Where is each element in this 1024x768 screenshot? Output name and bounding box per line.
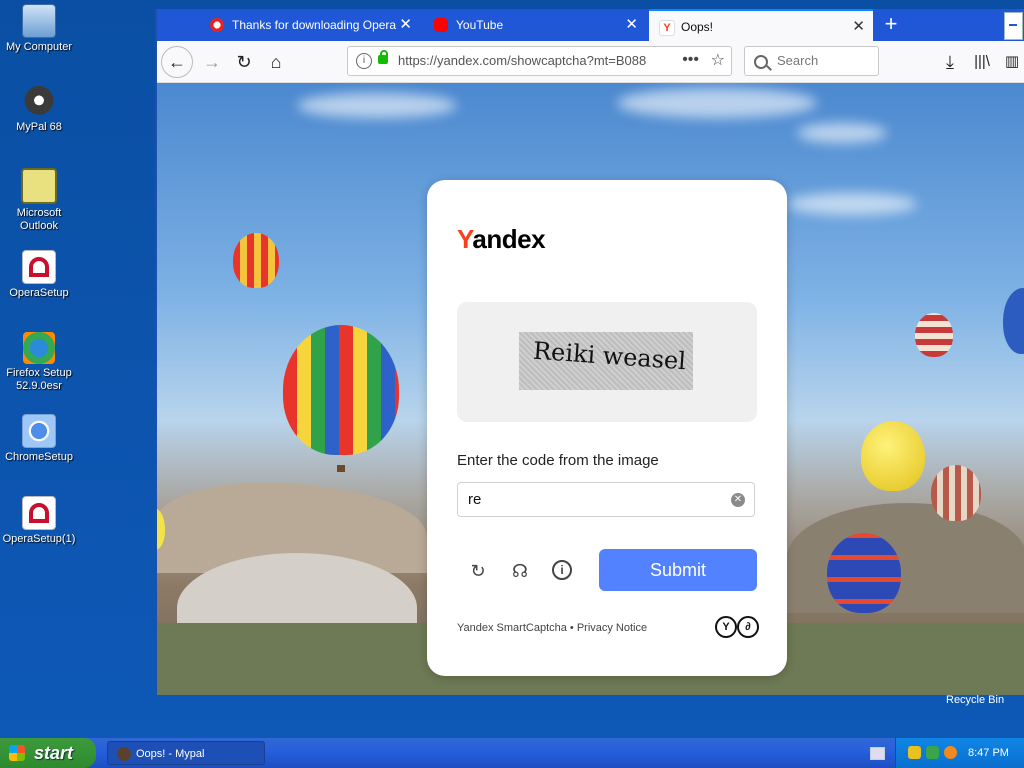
page-actions-icon[interactable]: ••• [682,47,699,73]
mypal-raccoon-icon [117,747,131,761]
shortcut-label: OperaSetup [9,287,69,299]
captcha-code-input[interactable] [457,482,755,517]
close-tab-icon[interactable]: ✕ [625,9,638,41]
keyboard-icon[interactable] [870,747,885,760]
close-tab-icon[interactable]: ✕ [399,9,412,41]
tab-oops[interactable]: Y Oops! ✕ [649,9,873,41]
opera-setup-1-shortcut[interactable]: OperaSetup(1) [0,496,78,546]
shortcut-label: Microsoft Outlook [16,207,62,232]
outlook-shortcut[interactable]: Microsoft Outlook [0,168,78,233]
search-tray-icon[interactable] [944,746,957,759]
close-tab-icon[interactable]: ✕ [852,11,865,41]
clear-input-icon[interactable]: ✕ [731,493,745,507]
hot-air-balloon [861,421,925,491]
firefox-icon [23,332,55,364]
raccoon-icon [23,86,55,118]
captcha-card: Yandex Reiki weasel Enter the code from … [427,180,787,676]
cloud [617,88,817,118]
smartcaptcha-footer[interactable]: Yandex SmartCaptcha • Privacy Notice [457,622,647,634]
url-text[interactable]: https://yandex.com/showcaptcha?mt=B088 [398,47,648,75]
mypal-shortcut[interactable]: MyPal 68 [0,86,78,134]
opera-icon [22,496,56,530]
captcha-circle-icon: ∂ [737,616,759,638]
taskbar-window-mypal[interactable]: Oops! - Mypal [107,741,265,765]
new-tab-button[interactable]: + [877,9,905,41]
captcha-text: Reiki weasel [532,336,687,376]
taskbar: start Oops! - Mypal 8:47 PM [0,738,1024,768]
search-placeholder: Search [777,53,819,68]
yandex-logo: Yandex [457,224,546,254]
yandex-circle-icon: Y [715,616,737,638]
address-bar[interactable]: i https://yandex.com/showcaptcha?mt=B088… [347,46,732,76]
minimize-button[interactable] [1004,12,1023,40]
lock-icon [378,50,388,64]
site-info-icon[interactable]: i [356,53,372,69]
network-icon[interactable] [926,746,939,759]
recycle-bin-label[interactable]: Recycle Bin [946,694,1004,706]
security-shield-icon[interactable] [908,746,921,759]
firefox-setup-shortcut[interactable]: Firefox Setup 52.9.0esr [0,332,78,393]
start-button[interactable]: start [0,738,96,768]
opera-favicon-icon [210,18,224,32]
outlook-icon [21,168,57,204]
yandex-favicon-icon: Y [659,20,675,36]
search-box[interactable]: Search [744,46,879,76]
shortcut-label: My Computer [5,41,73,53]
search-icon [754,55,768,69]
chrome-setup-icon [22,414,56,448]
clock[interactable]: 8:47 PM [968,738,1009,768]
library-icon[interactable]: |||\ [967,47,997,77]
refresh-captcha-icon[interactable]: ↻ [467,560,489,582]
submit-button[interactable]: Submit [599,549,757,591]
youtube-favicon-icon [434,18,448,32]
hot-air-balloon [931,465,981,521]
forward-button[interactable]: → [197,47,227,77]
my-computer-shortcut[interactable]: My Computer [0,4,78,54]
opera-setup-shortcut[interactable]: OperaSetup [0,250,78,300]
back-button[interactable]: ← [161,46,193,78]
bookmark-star-icon[interactable]: ☆ [711,47,725,75]
navigation-toolbar: ← → ↻ ⌂ i https://yandex.com/showcaptcha… [157,41,1024,83]
tab-opera[interactable]: Thanks for downloading Opera ✕ [200,9,420,41]
cloud [797,123,887,143]
info-icon[interactable]: i [552,560,572,580]
tab-title: Thanks for downloading Opera [232,18,397,32]
chrome-setup-shortcut[interactable]: ChromeSetup [0,414,78,464]
hot-air-balloon [827,533,901,613]
downloads-icon[interactable]: ⤓ [935,47,965,77]
cloud [297,93,457,118]
shortcut-label: Firefox Setup 52.9.0esr [6,367,72,392]
page-content: Yandex Reiki weasel Enter the code from … [157,83,1024,695]
tab-youtube[interactable]: YouTube ✕ [424,9,646,41]
reload-button[interactable]: ↻ [229,47,259,77]
shortcut-label: MyPal 68 [16,121,62,133]
smartcaptcha-logo: Y ∂ [715,616,759,638]
sidebar-icon[interactable]: ▥ [997,47,1024,77]
hot-air-balloon [233,233,279,288]
captcha-prompt: Enter the code from the image [457,452,659,469]
shortcut-label: OperaSetup(1) [2,533,76,545]
hot-air-balloon [1003,288,1024,354]
computer-icon [22,4,56,38]
home-button[interactable]: ⌂ [261,47,291,77]
hot-air-balloon [283,325,399,455]
tab-bar: Thanks for downloading Opera ✕ YouTube ✕… [157,9,1024,41]
rock-formation [787,503,1024,613]
windows-flag-icon [9,745,25,761]
tab-title: YouTube [456,18,504,32]
audio-captcha-headphones-icon[interactable]: ☊ [509,560,531,582]
browser-window: Thanks for downloading Opera ✕ YouTube ✕… [155,9,1024,695]
hot-air-balloon [915,313,953,357]
balloon-basket [337,465,345,472]
tab-title: Oops! [681,20,714,34]
cloud [787,193,917,215]
opera-icon [22,250,56,284]
captcha-image: Reiki weasel [519,332,693,390]
captcha-image-area: Reiki weasel [457,302,757,422]
shortcut-label: ChromeSetup [5,451,73,463]
minimize-icon [1009,24,1017,26]
